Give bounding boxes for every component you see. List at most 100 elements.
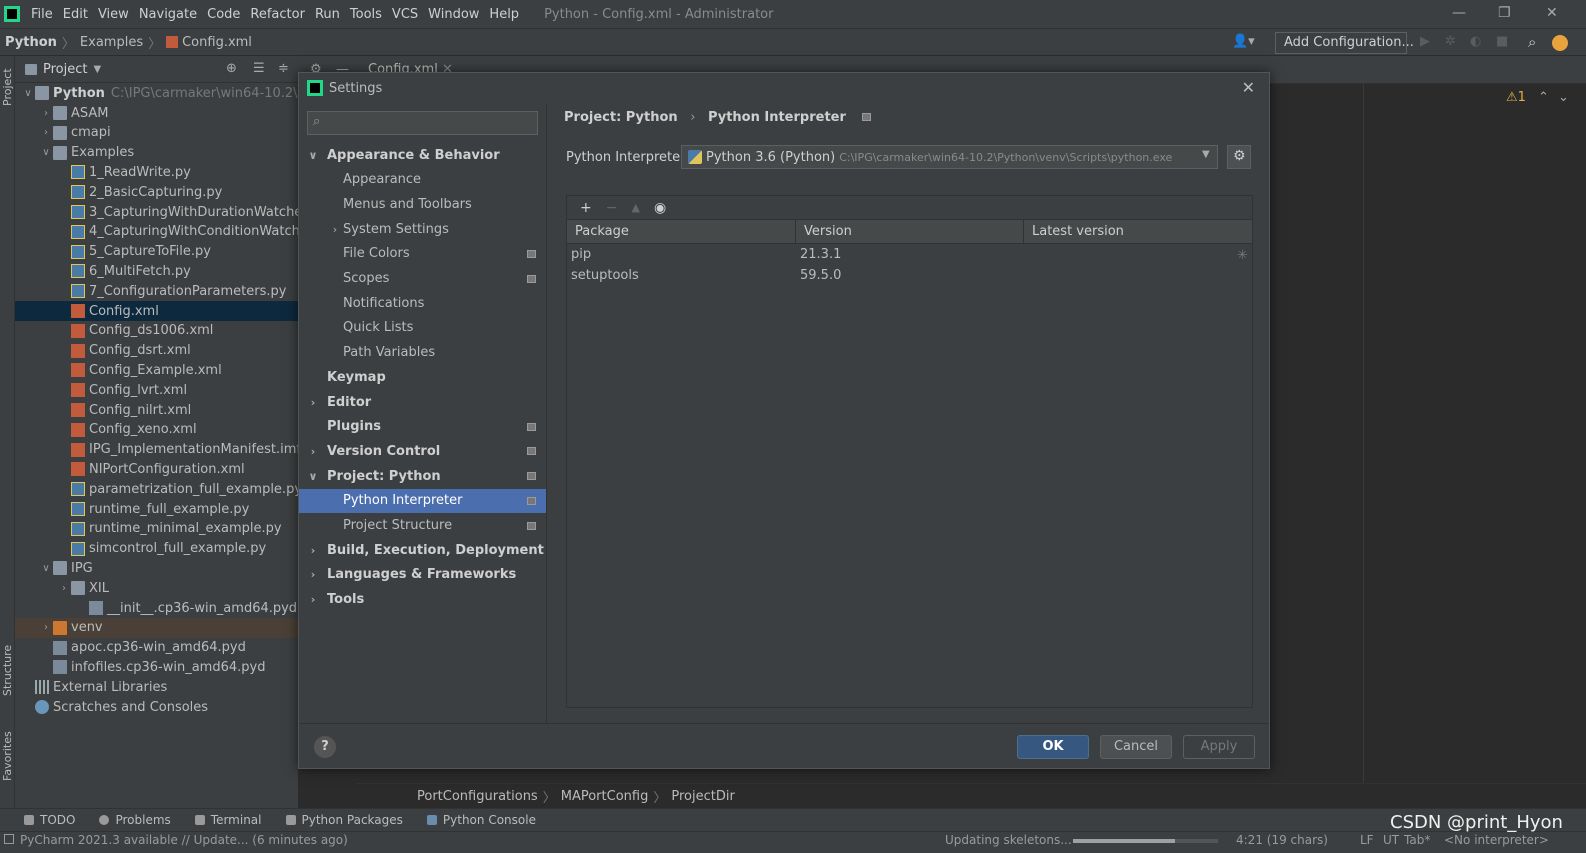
cancel-button[interactable]: Cancel [1100, 735, 1172, 759]
run-icon[interactable]: ▶ [1420, 34, 1430, 49]
python-console-tab[interactable]: Python Console [426, 813, 536, 827]
expand-all-icon[interactable]: ≑ [278, 61, 289, 76]
tree-item[interactable]: 6_MultiFetch.py [15, 261, 298, 281]
tree-item[interactable]: › cmapi [15, 123, 298, 143]
table-row[interactable]: pip 21.3.1 [567, 244, 1252, 265]
breadcrumb-project-python[interactable]: Project: Python [564, 110, 678, 125]
tree-item[interactable]: 2_BasicCapturing.py [15, 182, 298, 202]
tree-item[interactable]: Config_ds1006.xml [15, 321, 298, 341]
table-row[interactable]: setuptools 59.5.0 [567, 265, 1252, 286]
settings-nav-item[interactable]: Scopes [299, 267, 546, 291]
interpreter-settings-button[interactable]: ⚙ [1227, 145, 1251, 169]
warning-indicator[interactable]: ⚠1 [1506, 90, 1526, 105]
tree-item[interactable]: › XIL [15, 578, 298, 598]
menu-code[interactable]: Code [207, 7, 240, 22]
chevron-down-icon[interactable]: ▼ [93, 64, 101, 75]
restore-icon[interactable]: ❐ [1498, 5, 1511, 21]
stop-icon[interactable]: ■ [1496, 34, 1508, 49]
debug-icon[interactable]: ✲ [1445, 34, 1456, 49]
chevron-right-icon[interactable]: › [39, 622, 53, 633]
project-tool-tab[interactable]: Project [1, 68, 14, 106]
settings-nav-item[interactable]: ∨ Project: Python [299, 464, 546, 488]
breadcrumb-tag[interactable]: PortConfigurations [417, 789, 538, 804]
breadcrumb-folder[interactable]: Examples [80, 35, 143, 50]
tree-item[interactable]: runtime_full_example.py [15, 499, 298, 519]
show-early-releases-icon[interactable]: ◉ [654, 200, 666, 216]
settings-nav-item[interactable]: › System Settings [299, 217, 546, 241]
menu-navigate[interactable]: Navigate [139, 7, 197, 22]
tree-item[interactable]: parametrization_full_example.py [15, 479, 298, 499]
chevron-down-icon[interactable]: ∨ [39, 563, 53, 574]
tree-item[interactable]: Config_xeno.xml [15, 420, 298, 440]
tree-item[interactable]: › venv [15, 617, 298, 638]
tree-item[interactable]: ∨ IPG [15, 558, 298, 578]
tree-item[interactable]: simcontrol_full_example.py [15, 539, 298, 559]
menu-edit[interactable]: Edit [63, 7, 88, 22]
tree-item[interactable]: Config_Example.xml [15, 360, 298, 380]
settings-nav-item[interactable]: Notifications [299, 291, 546, 315]
tree-item[interactable]: Config_lvrt.xml [15, 380, 298, 400]
add-configuration-button[interactable]: Add Configuration... [1275, 32, 1414, 54]
close-window-icon[interactable]: ✕ [1546, 5, 1558, 21]
tree-item[interactable]: Scratches and Consoles [15, 697, 298, 717]
breadcrumb-file[interactable]: Config.xml [182, 35, 252, 50]
todo-tab[interactable]: TODO [24, 813, 75, 827]
settings-nav-item[interactable]: Appearance [299, 168, 546, 192]
tree-item[interactable]: Config_dsrt.xml [15, 341, 298, 361]
menu-window[interactable]: Window [428, 7, 479, 22]
menu-run[interactable]: Run [315, 7, 340, 22]
interpreter-status[interactable]: <No interpreter> [1440, 833, 1549, 847]
update-icon[interactable] [1552, 35, 1568, 51]
breadcrumb-tag[interactable]: MAPortConfig [561, 789, 649, 804]
coverage-icon[interactable]: ◐ [1470, 34, 1481, 49]
tree-item[interactable]: › ASAM [15, 103, 298, 123]
settings-nav-item[interactable]: File Colors [299, 242, 546, 266]
tree-item[interactable]: IPG_ImplementationManifest.imf [15, 440, 298, 460]
remove-package-icon[interactable]: − [606, 200, 618, 216]
tree-root-python[interactable]: ∨ Python C:\IPG\carmaker\win64-10.2\Pyth [15, 83, 298, 103]
settings-nav-item[interactable]: ∨ Appearance & Behavior [299, 143, 546, 167]
collapse-all-icon[interactable]: ☰ [253, 61, 265, 76]
column-latest-version[interactable]: Latest version [1024, 220, 1252, 244]
tree-item[interactable]: External Libraries [15, 677, 298, 697]
settings-nav-item[interactable]: › Tools [299, 588, 546, 612]
terminal-tab[interactable]: Terminal [194, 813, 262, 827]
chevron-down-icon[interactable]: ∨ [39, 147, 53, 158]
menu-view[interactable]: View [98, 7, 129, 22]
menu-vcs[interactable]: VCS [392, 7, 418, 22]
search-icon[interactable]: ⌕ [1528, 33, 1536, 51]
settings-nav-item[interactable]: › Build, Execution, Deployment [299, 538, 546, 562]
tree-item[interactable]: __init__.cp36-win_amd64.pyd [15, 598, 298, 618]
settings-nav-item[interactable]: Path Variables [299, 341, 546, 365]
project-panel-title[interactable]: Project [43, 62, 87, 77]
menu-file[interactable]: File [31, 7, 53, 22]
column-package[interactable]: Package [567, 219, 796, 244]
settings-nav-item[interactable]: Plugins [299, 415, 546, 439]
settings-search-input[interactable]: ⌕ [307, 111, 538, 135]
previous-highlight-icon[interactable]: ⌃ [1538, 90, 1549, 105]
favorites-tool-tab[interactable]: Favorites [1, 731, 14, 781]
tree-item[interactable]: 1_ReadWrite.py [15, 162, 298, 182]
close-icon[interactable]: ✕ [1242, 78, 1255, 97]
chevron-right-icon[interactable]: › [39, 127, 53, 138]
settings-nav-item[interactable]: › Languages & Frameworks [299, 563, 546, 587]
help-button[interactable]: ? [314, 736, 336, 758]
structure-tool-tab[interactable]: Structure [1, 645, 14, 696]
settings-nav-item[interactable]: Python Interpreter [299, 488, 546, 513]
column-version[interactable]: Version [796, 219, 1024, 244]
tree-item[interactable]: NIPortConfiguration.xml [15, 459, 298, 479]
tree-item[interactable]: Config_nilrt.xml [15, 400, 298, 420]
tree-item[interactable]: Config.xml [15, 301, 298, 321]
settings-nav-item[interactable]: › Editor [299, 390, 546, 414]
tree-item[interactable]: runtime_minimal_example.py [15, 519, 298, 539]
settings-nav-item[interactable]: Quick Lists [299, 316, 546, 340]
minimize-icon[interactable]: — [1452, 5, 1466, 21]
problems-tab[interactable]: Problems [99, 813, 171, 827]
menu-help[interactable]: Help [489, 7, 519, 22]
tree-item[interactable]: 5_CaptureToFile.py [15, 242, 298, 262]
ok-button[interactable]: OK [1017, 735, 1089, 759]
settings-nav-item[interactable]: Menus and Toolbars [299, 192, 546, 216]
line-separator[interactable]: LF [1360, 833, 1374, 847]
breadcrumb-tag[interactable]: ProjectDir [671, 789, 734, 804]
settings-nav-item[interactable]: Project Structure [299, 514, 546, 538]
